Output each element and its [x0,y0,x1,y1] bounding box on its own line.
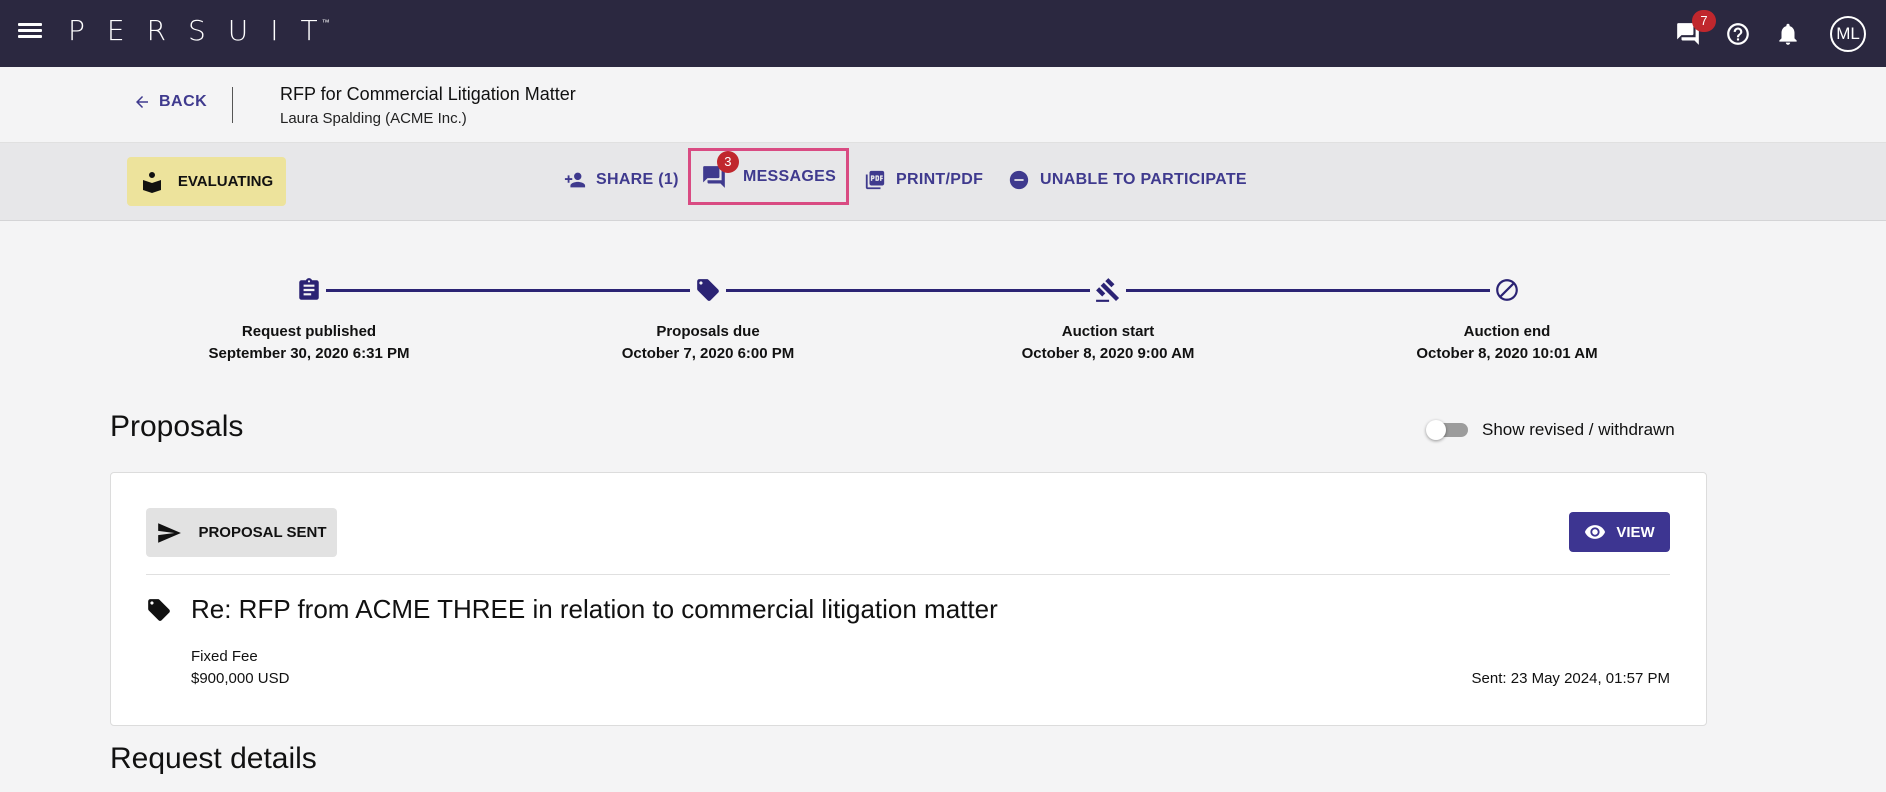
page-subtitle: Laura Spalding (ACME Inc.) [280,110,467,127]
evaluating-icon [142,171,161,193]
gavel-icon [1095,277,1121,303]
timeline-date-proposals-due: October 7, 2020 6:00 PM [621,345,795,362]
timeline-label-published: Request published [241,323,377,340]
user-avatar[interactable]: ML [1830,15,1866,52]
logo-text: PERSUIT [68,14,340,47]
top-navigation-bar: PERSUIT™ 7 ML [0,0,1886,67]
proposal-status-label: PROPOSAL SENT [198,524,327,541]
timeline-label-proposals-due: Proposals due [656,323,760,340]
proposal-title: Re: RFP from ACME THREE in relation to c… [191,594,998,624]
unable-label: UNABLE TO PARTICIPATE [1040,171,1247,188]
header-divider [232,87,233,123]
minus-circle-icon [1009,170,1029,190]
notifications-button[interactable] [1774,20,1802,48]
show-revised-toggle[interactable]: Show revised / withdrawn [1426,420,1675,440]
fee-type: Fixed Fee [191,648,258,665]
share-label: SHARE (1) [596,171,679,188]
bell-icon [1779,23,1797,45]
proposals-heading: Proposals [110,410,244,443]
timeline-connector [1126,289,1490,292]
arrow-left-icon [136,96,148,108]
timeline-connector [726,289,1090,292]
eye-icon [1585,525,1606,539]
help-icon [1727,22,1749,45]
toggle-label: Show revised / withdrawn [1482,420,1675,439]
timeline-date-published: September 30, 2020 6:31 PM [208,345,410,362]
view-label: VIEW [1616,523,1655,541]
messages-badge: 3 [716,150,739,173]
send-icon [158,522,182,543]
add-person-icon [564,172,586,188]
timeline-connector [326,289,690,292]
persuit-logo[interactable]: PERSUIT™ [68,14,348,47]
messages-label: MESSAGES [742,167,837,185]
page-header: BACK RFP for Commercial Litigation Matte… [0,67,1886,143]
proposal-status-chip: PROPOSAL SENT [146,508,337,557]
share-button[interactable]: SHARE (1) [564,169,679,191]
logo-trademark: ™ [321,18,330,27]
rfp-timeline: Request published September 30, 2020 6:3… [0,221,1886,381]
timeline-label-auction-end: Auction end [1463,323,1551,340]
unable-to-participate-button[interactable]: UNABLE TO PARTICIPATE [1008,169,1247,191]
messages-count-badge: 7 [1692,9,1716,32]
block-icon [1494,277,1520,303]
print-label: PRINT/PDF [896,171,984,188]
timeline-date-auction-start: October 8, 2020 9:00 AM [1021,345,1195,362]
print-pdf-button[interactable]: PRINT/PDF [864,169,983,191]
status-chip-evaluating: EVALUATING [127,157,286,206]
tag-icon [146,597,172,623]
request-details-heading: Request details [110,742,317,775]
status-label: EVALUATING [177,173,274,190]
messages-tab-button[interactable]: 3 MESSAGES [688,148,849,205]
card-divider [146,574,1670,575]
messages-button[interactable]: 7 [1674,9,1716,48]
clipboard-icon [296,277,322,303]
timeline-date-auction-end: October 8, 2020 10:01 AM [1416,345,1598,362]
toggle-knob [1426,420,1446,440]
back-button[interactable]: BACK [133,93,207,111]
messages-icon-wrap: 3 [701,150,739,190]
page-title: RFP for Commercial Litigation Matter [280,84,576,104]
help-button[interactable] [1724,20,1752,48]
toggle-switch[interactable] [1426,420,1468,440]
back-label: BACK [159,93,208,110]
sent-timestamp: Sent: 23 May 2024, 01:57 PM [1471,670,1670,687]
fee-amount: $900,000 USD [191,670,290,687]
tag-icon [695,277,721,303]
action-bar: EVALUATING SHARE (1) 3 MESSAGES PRINT/PD… [0,143,1886,221]
menu-icon[interactable] [18,20,42,44]
timeline-label-auction-start: Auction start [1061,323,1155,340]
pdf-icon [865,170,885,190]
proposal-card: PROPOSAL SENT VIEW Re: RFP from ACME THR… [110,472,1707,726]
view-proposal-button[interactable]: VIEW [1569,512,1670,552]
top-icons: 7 ML [1674,0,1866,67]
